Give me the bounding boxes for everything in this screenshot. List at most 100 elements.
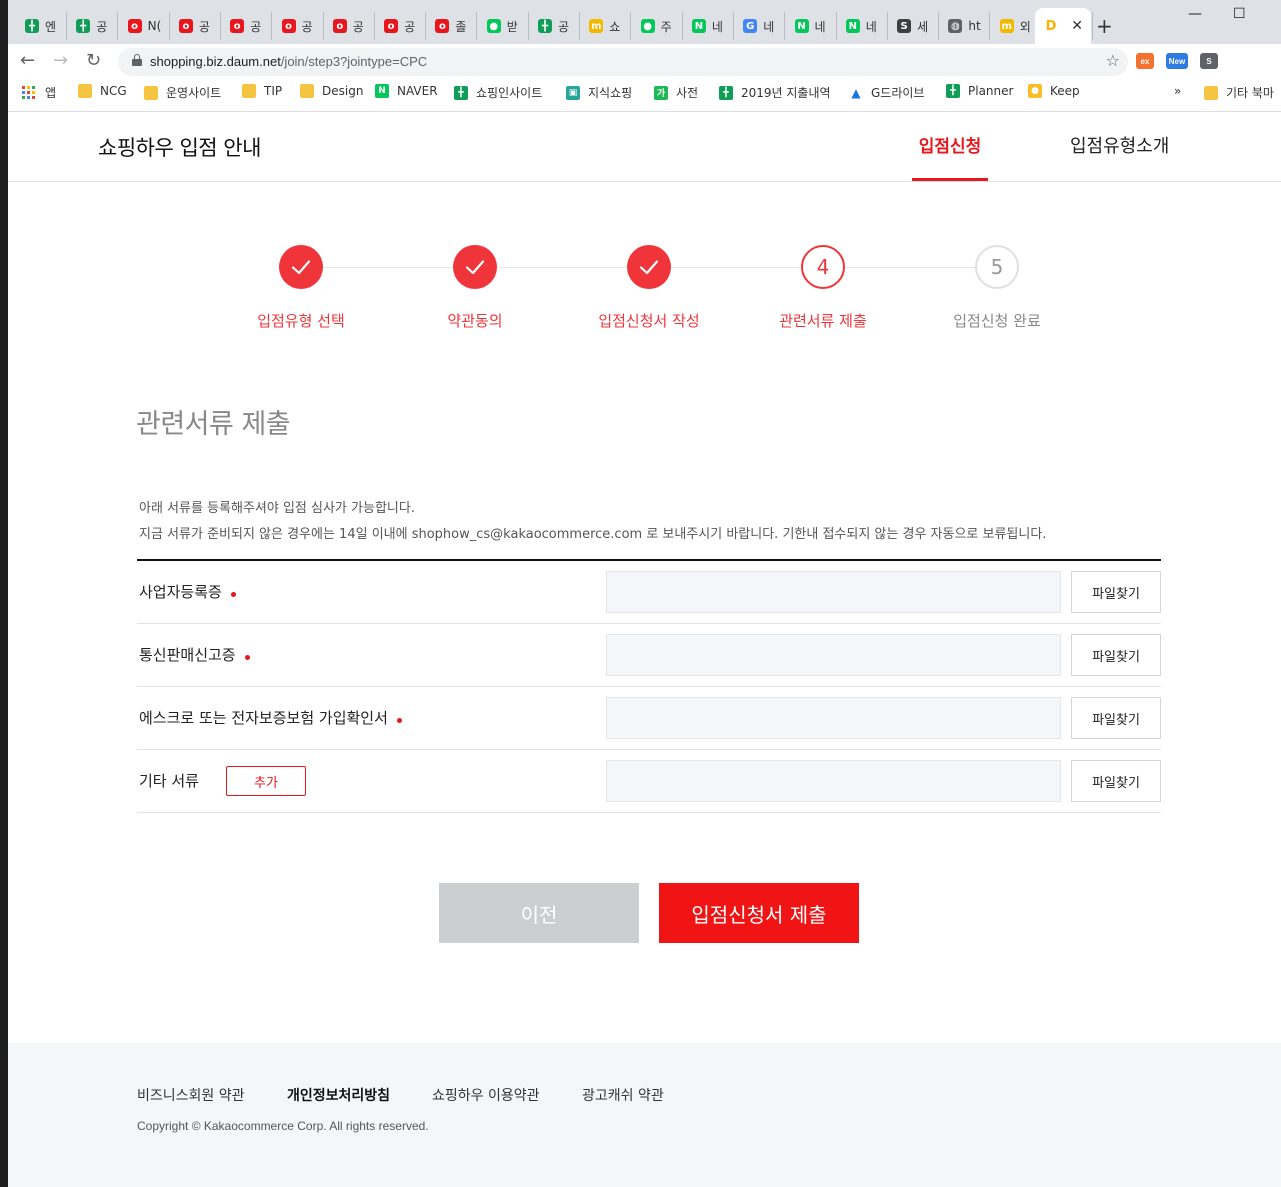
bookmark-item[interactable]: ● Keep: [1028, 84, 1080, 98]
tab-label: N(: [147, 19, 162, 33]
footer: 비즈니스회원 약관 개인정보처리방침 쇼핑하우 이용약관 광고캐쉬 약관 Copyri…: [8, 1043, 1281, 1187]
required-dot: [396, 718, 402, 723]
bookmark-item[interactable]: 가 사전: [654, 84, 698, 101]
tab-item[interactable]: ╋ 엔: [16, 12, 67, 40]
site-title[interactable]: 쇼핑하우 입점 안내: [98, 132, 261, 162]
doc-label-text: 사업자등록증: [139, 583, 222, 601]
tab-item[interactable]: N네: [786, 12, 837, 40]
tab-label: 졸: [455, 19, 467, 34]
bookmark-item[interactable]: N NAVER: [375, 84, 438, 98]
file-path-field[interactable]: [606, 760, 1061, 802]
browse-file-button[interactable]: 파일찾기: [1071, 634, 1161, 676]
tab-item[interactable]: o공: [170, 12, 221, 40]
step-2-circle: [453, 245, 497, 289]
notice-line-1: 아래 서류를 등록해주셔야 입점 심사가 가능합니다.: [139, 501, 415, 516]
browse-file-button[interactable]: 파일찾기: [1071, 571, 1161, 613]
url-text[interactable]: shopping.biz.daum.net/join/step3?jointyp…: [150, 54, 427, 69]
footer-link[interactable]: 개인정보처리방침: [287, 1085, 390, 1105]
tab-item[interactable]: ╋ 공: [67, 12, 119, 40]
doc-row-label: 기타 서류: [139, 770, 199, 791]
doc-label-text: 통신판매신고증: [139, 646, 236, 664]
tab-item[interactable]: o공: [324, 12, 375, 40]
folder-icon: [78, 84, 92, 98]
keep-icon: ●: [1028, 84, 1042, 98]
footer-link[interactable]: 쇼핑하우 이용약관: [432, 1085, 540, 1105]
browse-file-button[interactable]: 파일찾기: [1071, 697, 1161, 739]
tab-item[interactable]: ╋ 공: [529, 12, 580, 40]
bookmark-item[interactable]: 운영사이트: [144, 84, 221, 101]
bookmark-item[interactable]: NCG: [78, 84, 127, 98]
new-tab-button[interactable]: +: [1096, 14, 1113, 38]
reload-button[interactable]: ↻: [86, 50, 101, 71]
check-icon: [639, 260, 659, 275]
naver-icon: N: [794, 19, 809, 33]
tab-item[interactable]: o졸: [426, 12, 478, 40]
address-bar[interactable]: shopping.biz.daum.net/join/step3?jointyp…: [118, 48, 1128, 76]
bookmark-label: NAVER: [397, 84, 438, 98]
browse-file-button[interactable]: 파일찾기: [1071, 760, 1161, 802]
site-header: 쇼핑하우 입점 안내 입점신청 입점유형소개: [8, 112, 1281, 182]
tab-item[interactable]: o N(: [119, 12, 170, 40]
tab-label: 네: [763, 19, 775, 34]
tab-active[interactable]: D ✕: [1035, 8, 1091, 44]
step-5-label: 입점신청 완료: [953, 312, 1041, 330]
footer-link[interactable]: 광고캐쉬 약관: [582, 1085, 664, 1105]
maximize-button[interactable]: ☐: [1233, 6, 1246, 22]
submit-application-button[interactable]: 입점신청서 제출: [659, 883, 859, 943]
other-bookmarks[interactable]: 기타 북마: [1204, 84, 1274, 101]
bookmark-label: 운영사이트: [166, 86, 222, 100]
tab-item[interactable]: N네: [683, 12, 734, 40]
bookmark-item[interactable]: ▲ G드라이브: [849, 84, 924, 101]
apps-grid-icon: [22, 86, 35, 99]
extension-s-icon[interactable]: S: [1200, 53, 1218, 69]
doc-row-label: 에스크로 또는 전자보증보험 가입확인서: [139, 707, 402, 728]
add-document-button[interactable]: 추가: [226, 766, 306, 796]
step-3-circle: [627, 245, 671, 289]
sheets-icon: ╋: [946, 84, 960, 98]
bookmark-label: 사전: [676, 86, 699, 100]
apps-button[interactable]: 앱: [22, 84, 56, 101]
tab-item[interactable]: ● 받: [478, 12, 529, 40]
back-button[interactable]: ←: [20, 50, 35, 71]
bookmark-item[interactable]: ╋ 쇼핑인사이트: [454, 84, 542, 101]
extension-new-icon[interactable]: New: [1166, 53, 1188, 69]
bookmarks-more-button[interactable]: »: [1174, 84, 1181, 98]
tab-strip: ╋ 엔 ╋ 공 o N(o 공 o 공 o 공 o 공 o 공 o 졸 ● 받 ╋ 공 m 쇼 ● 주 N 네 G 네 N 네 N 네 S 세 ◍ ht…: [8, 0, 1281, 44]
bookmark-item[interactable]: ▣ 지식쇼핑: [566, 84, 632, 101]
bookmark-item[interactable]: Design: [300, 84, 363, 98]
extension-ex-icon[interactable]: ex: [1136, 53, 1154, 69]
tab-item[interactable]: S세: [888, 12, 940, 40]
bookmark-star-icon[interactable]: ☆: [1106, 51, 1120, 70]
minimize-button[interactable]: —: [1188, 6, 1202, 22]
close-icon[interactable]: ✕: [1071, 18, 1083, 34]
tab-item[interactable]: m쇼: [580, 12, 632, 40]
sheets-icon: ╋: [538, 19, 552, 33]
file-path-field[interactable]: [606, 571, 1061, 613]
forward-button[interactable]: →: [53, 50, 68, 71]
tab-item[interactable]: o공: [375, 12, 427, 40]
bookmark-item[interactable]: TIP: [242, 84, 282, 98]
tab-label: 공: [301, 19, 313, 34]
tab-item[interactable]: o공: [273, 12, 324, 40]
tab-item[interactable]: N네: [837, 12, 888, 40]
globe-icon: ◍: [948, 19, 963, 33]
step-3-label: 입점신청서 작성: [598, 312, 700, 330]
tab-item[interactable]: G네: [734, 12, 786, 40]
nav-apply-link[interactable]: 입점신청: [912, 132, 988, 157]
doc-row-label: 사업자등록증: [139, 581, 236, 602]
prev-button[interactable]: 이전: [439, 883, 639, 943]
m-icon: m: [589, 19, 604, 33]
file-path-field[interactable]: [606, 634, 1061, 676]
bookmark-item[interactable]: ╋ Planner: [946, 84, 1013, 98]
tab-label: 세: [917, 19, 929, 34]
tab-item[interactable]: ◍ ht: [939, 12, 991, 40]
m-icon: m: [999, 19, 1014, 33]
tab-item[interactable]: o공: [221, 12, 273, 40]
tab-item[interactable]: ● 주: [632, 12, 683, 40]
nav-types-link[interactable]: 입점유형소개: [1070, 132, 1169, 158]
google-icon: G: [743, 19, 758, 33]
bookmark-item[interactable]: ╋ 2019년 지출내역: [719, 84, 831, 101]
file-path-field[interactable]: [606, 697, 1061, 739]
footer-link[interactable]: 비즈니스회원 약관: [137, 1085, 245, 1105]
sheets-icon: ╋: [719, 85, 733, 100]
